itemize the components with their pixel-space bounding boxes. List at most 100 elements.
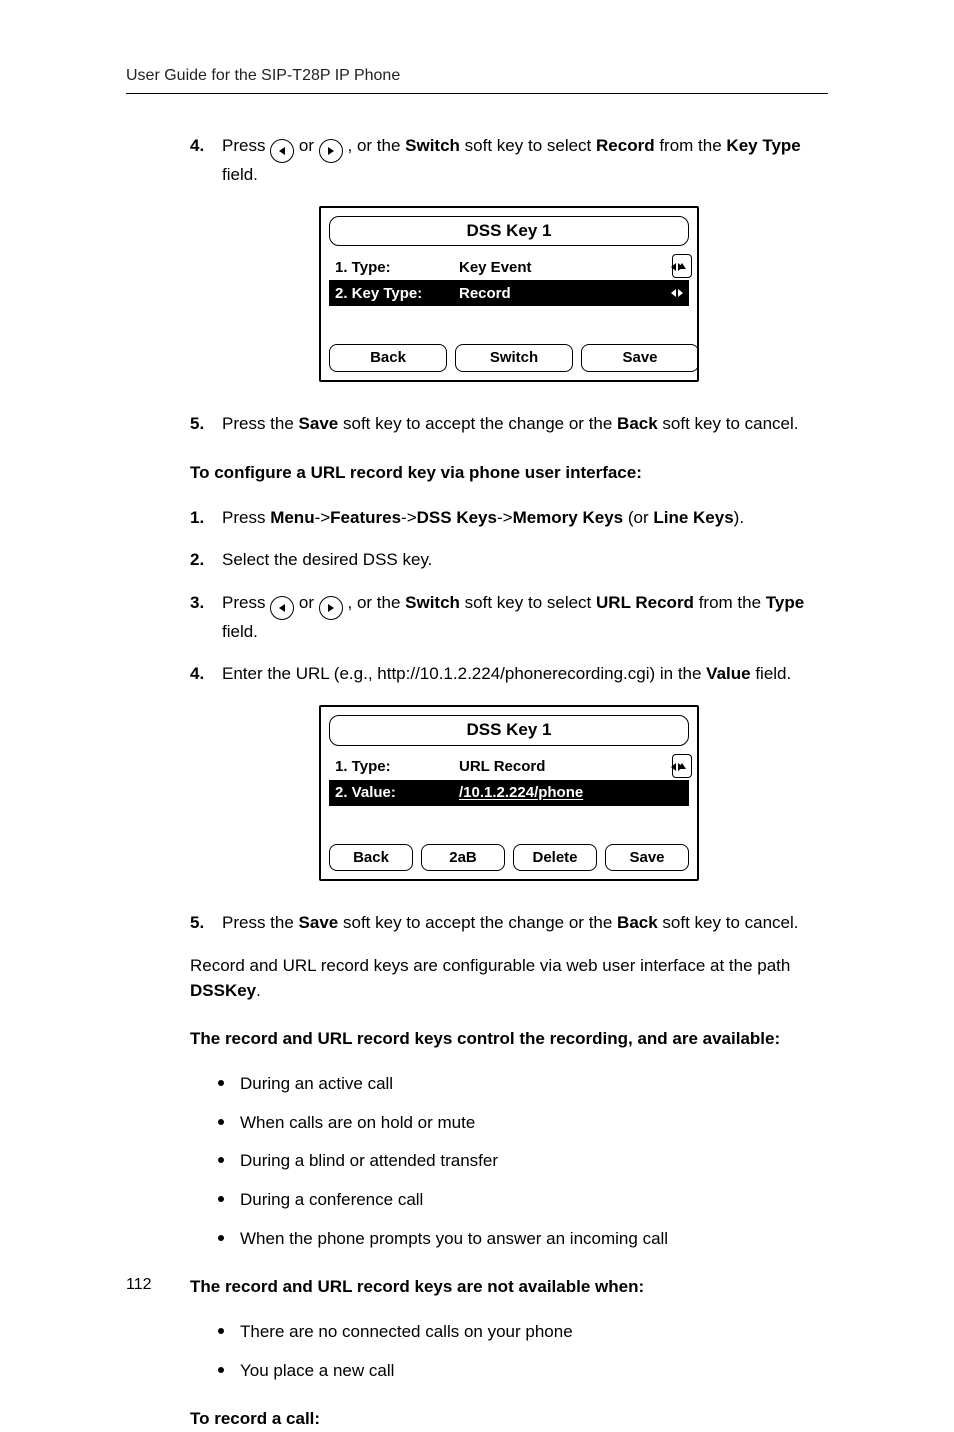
step-text: Press the Save soft key to accept the ch… [222, 412, 828, 437]
value-label: Value [706, 664, 750, 683]
content: 4. Press or , or the Switch soft key to … [126, 134, 828, 1432]
text: or [299, 136, 319, 155]
not-available-list: There are no connected calls on your pho… [190, 1320, 828, 1383]
text: Record and URL record keys are configura… [190, 956, 790, 975]
softkey-switch[interactable]: Switch [455, 344, 573, 372]
lcd-title: DSS Key 1 [329, 216, 689, 247]
step-text: Press or , or the Switch soft key to sel… [222, 591, 828, 645]
step-number: 5. [190, 911, 212, 936]
lcd-title: DSS Key 1 [329, 715, 689, 746]
step-4a: 4. Press or , or the Switch soft key to … [190, 134, 828, 188]
lcd-row-type: 1. Type: Key Event [329, 254, 689, 280]
switch-label: Switch [405, 136, 460, 155]
softkey-save[interactable]: Save [605, 844, 689, 872]
text: Press [222, 593, 270, 612]
key-type-label: Key Type [726, 136, 800, 155]
row-label: 1. Type: [329, 756, 445, 778]
list-item: When calls are on hold or mute [218, 1111, 828, 1136]
left-arrow-icon [270, 139, 294, 163]
step-5b: 5. Press the Save soft key to accept the… [190, 911, 828, 936]
list-item: During an active call [218, 1072, 828, 1097]
text: or [299, 593, 319, 612]
text: from the [699, 593, 766, 612]
text: soft key to accept the change or the [343, 913, 617, 932]
scroll-column [671, 254, 693, 278]
lcd-row-value: 2. Value: /10.1.2.224/phone [329, 780, 689, 806]
scroll-up-icon [672, 254, 692, 278]
type-label: Type [766, 593, 804, 612]
text: soft key to cancel. [662, 913, 798, 932]
section-not-available: The record and URL record keys are not a… [190, 1275, 828, 1300]
save-label: Save [299, 414, 339, 433]
text: ). [734, 508, 744, 527]
left-arrow-icon [270, 596, 294, 620]
softkey-back[interactable]: Back [329, 844, 413, 872]
lcd-row-keytype: 2. Key Type: Record [329, 280, 689, 306]
step-5a: 5. Press the Save soft key to accept the… [190, 412, 828, 437]
section-available: The record and URL record keys control t… [190, 1027, 828, 1052]
scroll-column [671, 754, 693, 778]
lcd-body: 1. Type: Key Event 2. Key Type: Record [329, 254, 689, 334]
row-arrows-icon [665, 289, 689, 297]
step-text: Press or , or the Switch soft key to sel… [222, 134, 828, 188]
phone-lcd-2: DSS Key 1 1. Type: URL Record 2. Value: … [319, 705, 699, 881]
text: Press the [222, 414, 299, 433]
row-value: URL Record [445, 756, 665, 778]
menu-label: Menu [270, 508, 314, 527]
url-record-label: URL Record [596, 593, 694, 612]
text: soft key to accept the change or the [343, 414, 617, 433]
record-label: Record [596, 136, 655, 155]
text: , or the [348, 593, 406, 612]
phone-lcd-1: DSS Key 1 1. Type: Key Event 2. Key Type… [319, 206, 699, 382]
softkey-delete[interactable]: Delete [513, 844, 597, 872]
softkey-back[interactable]: Back [329, 344, 447, 372]
arrow: -> [497, 508, 513, 527]
step-2: 2. Select the desired DSS key. [190, 548, 828, 573]
features-label: Features [330, 508, 401, 527]
list-item: When the phone prompts you to answer an … [218, 1227, 828, 1252]
text: field. [755, 664, 791, 683]
row-value: Key Event [445, 257, 665, 279]
step-3: 3. Press or , or the Switch soft key to … [190, 591, 828, 645]
row-label: 2. Value: [329, 782, 445, 804]
row-label: 2. Key Type: [329, 283, 445, 305]
step-4b: 4. Enter the URL (e.g., http://10.1.2.22… [190, 662, 828, 687]
text: , or the [348, 136, 406, 155]
page: User Guide for the SIP-T28P IP Phone 4. … [0, 0, 954, 1432]
step-1: 1. Press Menu->Features->DSS Keys->Memor… [190, 506, 828, 531]
section-record-call: To record a call: [190, 1407, 828, 1432]
text: (or [623, 508, 653, 527]
list-item: During a blind or attended transfer [218, 1149, 828, 1174]
text: field. [222, 622, 258, 641]
text: . [256, 981, 261, 1000]
back-label: Back [617, 913, 658, 932]
row-label: 1. Type: [329, 257, 445, 279]
text: Press [222, 508, 270, 527]
lcd-body: 1. Type: URL Record 2. Value: /10.1.2.22… [329, 754, 689, 834]
softkey-mode[interactable]: 2aB [421, 844, 505, 872]
softkey-save[interactable]: Save [581, 344, 699, 372]
step-text: Press the Save soft key to accept the ch… [222, 911, 828, 936]
available-list: During an active call When calls are on … [190, 1072, 828, 1251]
text: soft key to select [465, 136, 596, 155]
text: soft key to select [465, 593, 596, 612]
list-item: During a conference call [218, 1188, 828, 1213]
step-number: 4. [190, 662, 212, 687]
step-number: 4. [190, 134, 212, 188]
softkey-row: Back Switch Save [329, 344, 689, 372]
step-text: Select the desired DSS key. [222, 548, 828, 573]
text: field. [222, 165, 258, 184]
row-value: Record [445, 283, 665, 305]
arrow: -> [315, 508, 331, 527]
paragraph-web-config: Record and URL record keys are configura… [190, 954, 828, 1003]
scroll-up-icon [672, 754, 692, 778]
line-keys-label: Line Keys [653, 508, 733, 527]
text: Press the [222, 913, 299, 932]
text: Press [222, 136, 270, 155]
step-number: 5. [190, 412, 212, 437]
memory-keys-label: Memory Keys [513, 508, 624, 527]
row-value: /10.1.2.224/phone [445, 782, 665, 804]
text: from the [659, 136, 726, 155]
list-item: You place a new call [218, 1359, 828, 1384]
step-number: 1. [190, 506, 212, 531]
